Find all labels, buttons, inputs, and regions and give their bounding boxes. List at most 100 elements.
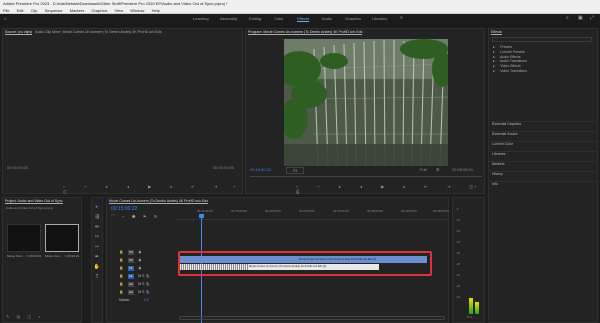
ruler-label: 00:20:00:00 <box>265 209 281 213</box>
audio-mixer-tab[interactable]: Audio Clip Mixer: Movie Comes Un-homem (… <box>35 30 161 34</box>
track-select-tool-icon[interactable]: ⇶ <box>92 212 102 222</box>
project-item-1-label: Movie Com... <box>7 254 25 258</box>
timeline-horizontal-scrollbar[interactable] <box>179 316 445 320</box>
ruler-label: 00:25:00:00 <box>299 209 315 213</box>
workspace-effects[interactable]: Effects <box>297 16 310 22</box>
timeline-ruler[interactable]: 00:10:00:00 00:15:00:00 00:20:00:00 00:2… <box>177 206 449 220</box>
audio-meter: -6 -12 -18 -24 -30 -36 -42 -48 -54 S S <box>452 197 485 323</box>
meter-bar-left <box>469 298 473 314</box>
source-add-button-icon[interactable]: + <box>233 184 235 189</box>
menu-bar: File Edit Clip Sequence Markers Graphics… <box>0 7 600 14</box>
effects-list: ▸ 🗀 Presets ▸ 🗀 Lumetri Presets ▸ 🗀 Audi… <box>493 45 527 74</box>
ruler-label: 00:35:00:00 <box>367 209 383 213</box>
workspace-graphics[interactable]: Graphics <box>345 16 361 21</box>
slip-tool-icon[interactable]: ⇿ <box>92 242 102 252</box>
source-panel: Source: (no clips) Audio Clip Mixer: Mov… <box>2 28 243 194</box>
master-label: Master <box>119 298 130 302</box>
program-transport-controls[interactable]: ⌐ ⌐ ▸ ◂ ▶ ▸ ⇤ ⇥ ◫ ⎙ <box>296 184 484 194</box>
workspace-learning[interactable]: Learning <box>193 16 209 21</box>
notifications-icon[interactable]: ▣ <box>578 15 583 21</box>
project-footer-icons[interactable]: ✎ ▤ ◫ ⌕ <box>6 314 43 319</box>
tools-panel: ▸ ⇶ ⇹ ✂ ⇿ ✒ ✋ T <box>91 197 103 323</box>
workspace-libraries[interactable]: Libraries <box>372 16 387 21</box>
source-transport-controls[interactable]: ⌐ ⌐ ▸ ◂ ▶ ▸ ⇤ ⇥ ◫ <box>63 184 242 194</box>
project-item-2-duration: 1:46:04:21 <box>65 254 80 258</box>
section-libraries[interactable]: Libraries <box>489 151 597 157</box>
section-essential-graphics[interactable]: Essential Graphics <box>489 121 597 127</box>
search-icon[interactable]: ⌕ <box>566 15 569 21</box>
ruler-label: 00:40:00:00 <box>401 209 417 213</box>
workspace-color[interactable]: Color <box>274 16 284 21</box>
section-history[interactable]: History <box>489 171 597 177</box>
timeline-tab[interactable]: Movie Comes Un-homem (To Dentro Andes) 4… <box>109 199 209 204</box>
project-item-1-duration: 1:46:04:22 <box>27 254 42 258</box>
pen-tool-icon[interactable]: ✒ <box>92 252 102 262</box>
master-volume[interactable]: 0.0 <box>144 298 149 302</box>
workspace-bar: ⌂ Learning Assembly Editing Color Effect… <box>0 14 600 27</box>
effects-tab[interactable]: Effects <box>491 30 502 35</box>
ruler-label: 00:30:00:00 <box>333 209 349 213</box>
track-headers: 🔒 V3 ◉ 🔒 V2 ◉ 🔒 V1 ◉ 🔒 A1 M S 🎙 🔒 A2 M S… <box>119 240 177 302</box>
track-header-a3: 🔒 A3 M S 🎙 <box>119 280 177 295</box>
program-tab[interactable]: Program: Movie Comes Un-homem (To Dentro… <box>248 30 363 35</box>
effects-search-input[interactable] <box>492 37 592 42</box>
source-tab[interactable]: Source: (no clips) <box>5 30 33 35</box>
meter-solo-buttons[interactable]: S S <box>467 315 472 319</box>
meter-bar-right <box>475 302 479 314</box>
fullscreen-icon[interactable]: ⤢ <box>590 15 594 21</box>
settings-icon[interactable]: ⚙ <box>436 167 440 172</box>
type-tool-icon[interactable]: T <box>92 272 102 282</box>
razor-tool-icon[interactable]: ✂ <box>92 232 102 242</box>
program-video-frame <box>284 39 448 166</box>
project-item-thumb-1[interactable] <box>7 224 41 252</box>
workspace-editing[interactable]: Editing <box>249 16 261 21</box>
effects-panel: Effects ▸ 🗀 Presets ▸ 🗀 Lumetri Presets … <box>488 28 598 323</box>
section-essential-sound[interactable]: Essential Sound <box>489 131 597 137</box>
video-frame-image <box>284 39 448 166</box>
menu-edit[interactable]: Edit <box>17 8 24 13</box>
track-header-v3: 🔒 V3 ◉ <box>119 240 177 255</box>
project-file-name: Audio and Video Out of Sync.prproj <box>6 206 53 210</box>
project-tab[interactable]: Project: Audio and Video Out of Sync <box>5 199 63 204</box>
timeline-timecode[interactable]: 00:15:00:22 <box>111 206 137 212</box>
workspace-assembly[interactable]: Assembly <box>220 16 237 21</box>
program-panel: Program: Movie Comes Un-homem (To Dentro… <box>245 28 485 194</box>
menu-view[interactable]: View <box>114 8 123 13</box>
program-fit-select[interactable]: Fit <box>286 167 305 174</box>
home-icon[interactable]: ⌂ <box>4 16 7 22</box>
source-panel-tabs: Source: (no clips) Audio Clip Mixer: Mov… <box>3 29 242 35</box>
source-timecode-in[interactable]: 00:00:00:00 <box>7 165 28 170</box>
window-title: Adobe Premiere Pro 2023 - D:\Ads\Netstat… <box>0 0 600 7</box>
ruler-label: 00:45:00:00 <box>433 209 449 213</box>
selection-tool-icon[interactable]: ▸ <box>92 202 102 212</box>
program-timecode[interactable]: 00:13:00:22 <box>250 167 271 172</box>
menu-window[interactable]: Window <box>130 8 144 13</box>
track-header-v1: 🔒 V1 ◉ <box>119 256 177 271</box>
section-markers[interactable]: Markers <box>489 161 597 167</box>
program-scrub-bar[interactable] <box>250 176 482 177</box>
workspace-audio[interactable]: Audio <box>322 16 332 21</box>
effects-folder-video-transitions[interactable]: ▸ 🗀 Video Transitions <box>493 69 527 74</box>
program-duration: 02:08:08:01 <box>452 167 474 172</box>
menu-help[interactable]: Help <box>152 8 160 13</box>
menu-markers[interactable]: Markers <box>70 8 84 13</box>
menu-sequence[interactable]: Sequence <box>45 8 63 13</box>
section-info[interactable]: Info <box>489 181 597 187</box>
program-add-button-icon[interactable]: + <box>474 184 476 189</box>
menu-graphics[interactable]: Graphics <box>91 8 107 13</box>
section-lumetri-color[interactable]: Lumetri Color <box>489 141 597 147</box>
program-quality-select[interactable]: Full <box>420 167 426 172</box>
ruler-label: 00:10:00:00 <box>197 209 213 213</box>
ruler-label: 00:15:00:00 <box>231 209 247 213</box>
playhead-handle[interactable] <box>199 214 204 218</box>
side-panel-sections: Essential Graphics Essential Sound Lumet… <box>489 121 597 187</box>
menu-clip[interactable]: Clip <box>31 8 38 13</box>
ripple-edit-tool-icon[interactable]: ⇹ <box>92 222 102 232</box>
track-header-a1: 🔒 A1 M S 🎙 <box>119 264 177 279</box>
hand-tool-icon[interactable]: ✋ <box>92 262 102 272</box>
menu-file[interactable]: File <box>3 8 9 13</box>
track-header-v2: 🔒 V2 ◉ <box>119 248 177 263</box>
workspace-more-icon[interactable]: » <box>400 15 403 21</box>
timeline-tool-icons[interactable]: ⌒ ⌁ ◆ ⚑ ⚙ <box>111 214 160 220</box>
project-item-thumb-2[interactable] <box>45 224 79 252</box>
